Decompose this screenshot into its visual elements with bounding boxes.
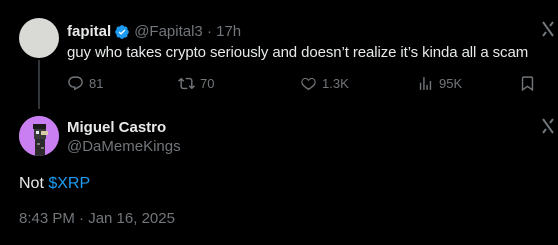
parent-tweet-header: fapital @Fapital3 · 17h — [67, 23, 241, 40]
repost-count: 70 — [200, 76, 215, 91]
bookmark-icon — [521, 76, 534, 92]
reply-text-prefix: Not — [19, 175, 44, 192]
reply-tweet-text: Not $XRP — [19, 175, 90, 193]
repost-icon — [178, 77, 195, 90]
reply-author-handle[interactable]: @DaMemeKings — [67, 138, 181, 155]
grok-icon[interactable] — [541, 118, 555, 139]
avatar-figure-icon — [19, 116, 59, 156]
reply-author-name[interactable]: Miguel Castro — [67, 119, 166, 136]
views-button[interactable]: 95K — [417, 75, 462, 92]
bookmark-button[interactable] — [519, 75, 541, 92]
reply-button[interactable]: 81 — [67, 75, 103, 92]
views-count: 95K — [439, 76, 463, 91]
verified-badge-icon — [115, 24, 130, 39]
like-button[interactable]: 1.3K — [300, 75, 349, 92]
tweet-timestamp[interactable]: 8:43 PM · Jan 16, 2025 — [19, 210, 175, 227]
heart-icon — [301, 77, 316, 91]
author-handle-time[interactable]: @Fapital3 · 17h — [134, 23, 241, 40]
cashtag-link[interactable]: $XRP — [48, 175, 90, 192]
views-icon — [419, 77, 432, 90]
avatar-fapital[interactable] — [19, 18, 59, 58]
reply-icon — [68, 76, 83, 91]
reply-count: 81 — [89, 76, 104, 91]
author-name[interactable]: fapital — [67, 23, 111, 40]
parent-tweet-text: guy who takes crypto seriously and doesn… — [67, 44, 529, 61]
grok-icon[interactable] — [541, 21, 555, 42]
repost-button[interactable]: 70 — [178, 75, 214, 92]
thread-connector-line — [38, 60, 40, 109]
tweet-actions-bar: 81 70 1.3K 95K — [67, 75, 547, 95]
like-count: 1.3K — [322, 76, 349, 91]
avatar-miguel-castro[interactable] — [19, 116, 59, 156]
